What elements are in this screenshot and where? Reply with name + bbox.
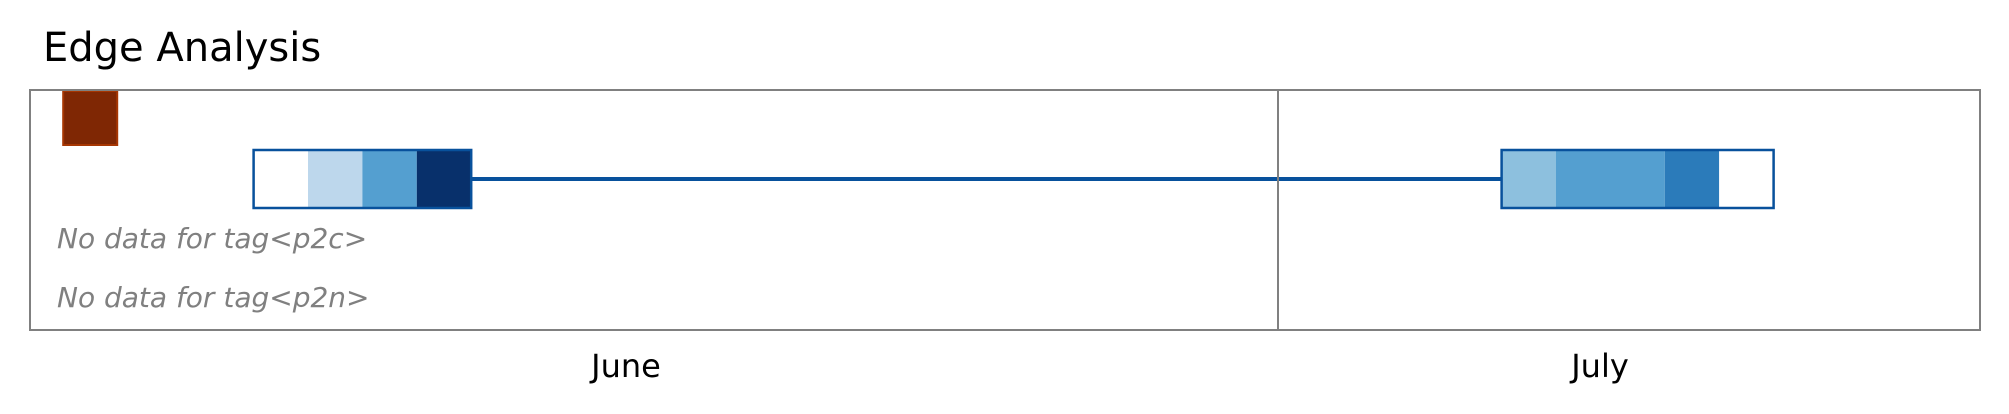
heatmap-cells [62,90,1775,210]
heatmap-cell-july-4 [1501,150,1556,208]
heatmap-cell-july-7 [1719,150,1774,208]
heatmap-cell-june-0 [253,150,308,208]
no-data-row-p2n: No data for tag<p2n> [57,281,370,314]
x-tick-july: July [1569,347,1629,385]
chart-title: Edge Analysis [43,25,321,71]
no-data-row-p2c: No data for tag<p2c> [57,222,367,255]
x-tick-june: June [589,347,661,385]
heatmap-cell-july-5 [1556,150,1665,208]
edge-analysis-chart: Edge Analysis June July No data for tag<… [29,25,1981,385]
heatmap-cell-july-6 [1664,150,1720,208]
heatmap-cell-june-3 [416,150,472,208]
panel-july-frame [1277,89,1981,331]
heatmap-cell-june-1 [308,150,363,208]
heatmap-cell-june-2 [362,150,417,208]
event-marker [62,90,119,146]
